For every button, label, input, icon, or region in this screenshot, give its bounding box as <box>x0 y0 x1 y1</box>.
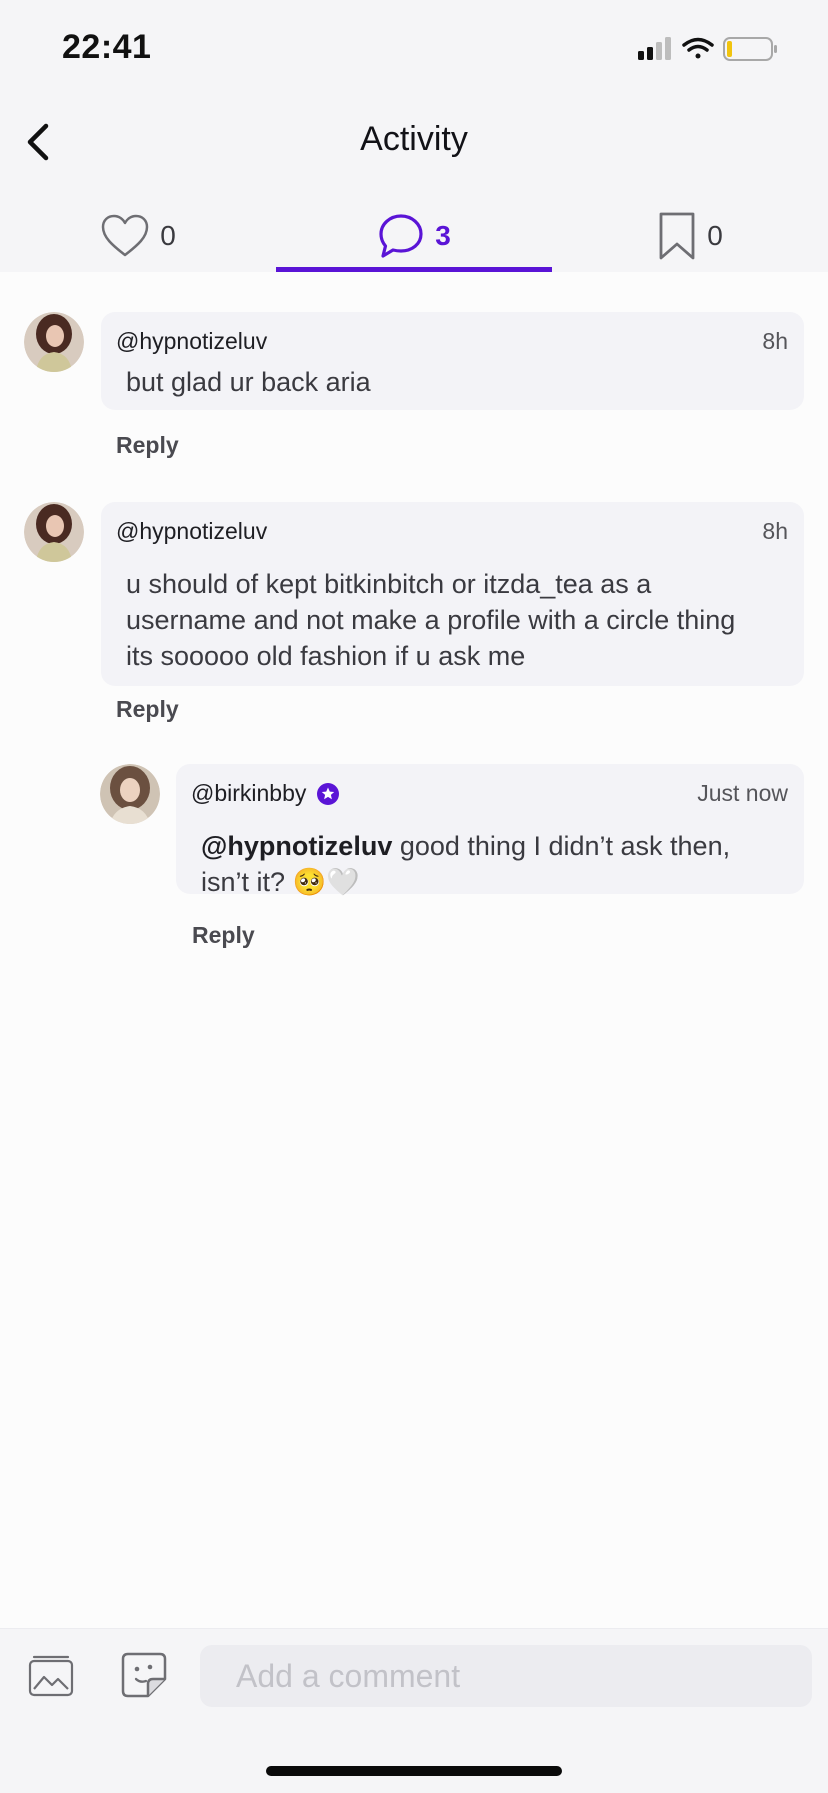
tab-saves[interactable]: 0 <box>552 200 828 272</box>
comment-text: @hypnotizeluv good thing I didn’t ask th… <box>201 828 781 900</box>
comment-input[interactable] <box>200 1645 812 1707</box>
cellular-signal-icon <box>638 37 671 60</box>
page-title: Activity <box>360 120 468 158</box>
bookmark-icon <box>659 212 695 260</box>
sticker-button[interactable] <box>120 1651 168 1699</box>
comment-time: Just now <box>697 780 788 806</box>
avatar[interactable] <box>24 502 84 562</box>
author-username: @hypnotizeluv <box>116 328 268 354</box>
status-bar: 22:41 <box>0 0 828 100</box>
likes-count: 0 <box>160 220 176 251</box>
author-username: @hypnotizeluv <box>116 518 268 544</box>
status-time: 22:41 <box>62 28 152 66</box>
comment-time: 8h <box>762 328 788 354</box>
comment-item: @hypnotizeluv 8h but glad ur back aria R… <box>0 272 828 472</box>
comments-count: 3 <box>435 220 451 251</box>
reply-button[interactable]: Reply <box>116 696 179 723</box>
comment-text: but glad ur back aria <box>126 367 371 397</box>
home-indicator <box>266 1766 562 1776</box>
reply-button[interactable]: Reply <box>116 432 179 459</box>
comment-bubble: @birkinbby Just now @hypnotizeluv good t… <box>176 764 804 897</box>
author-username: @birkinbby <box>191 780 307 806</box>
tab-likes[interactable]: 0 <box>0 200 276 272</box>
activity-header: Activity 0 3 0 <box>0 100 828 272</box>
battery-icon <box>723 37 777 61</box>
comment-author[interactable]: @birkinbby <box>191 780 340 807</box>
status-icons <box>638 34 798 64</box>
comment-author[interactable]: @hypnotizeluv <box>116 518 267 545</box>
comment-bubble: @hypnotizeluv 8h but glad ur back aria <box>101 312 804 410</box>
heart-icon <box>101 214 149 257</box>
comment-bubble-icon <box>379 214 423 258</box>
comment-bubble: @hypnotizeluv 8h u should of kept bitkin… <box>101 502 804 686</box>
reply-button[interactable]: Reply <box>192 922 255 949</box>
image-icon <box>28 1655 74 1697</box>
mention-link[interactable]: @hypnotizeluv <box>201 831 392 861</box>
reply-comment-item: @birkinbby Just now @hypnotizeluv good t… <box>0 760 828 960</box>
avatar[interactable] <box>100 764 160 824</box>
comment-text: u should of kept bitkinbitch or itzda_te… <box>126 569 736 671</box>
photo-button[interactable] <box>28 1655 74 1697</box>
comment-composer <box>0 1628 828 1793</box>
comment-item: @hypnotizeluv 8h u should of kept bitkin… <box>0 500 828 730</box>
avatar[interactable] <box>24 312 84 372</box>
wifi-icon <box>682 37 714 59</box>
comment-author[interactable]: @hypnotizeluv <box>116 328 267 355</box>
saves-count: 0 <box>707 220 723 251</box>
tab-comments[interactable]: 3 <box>276 200 552 272</box>
comment-time: 8h <box>762 518 788 544</box>
sticker-icon <box>121 1652 167 1698</box>
verified-star-badge-icon <box>317 782 340 805</box>
